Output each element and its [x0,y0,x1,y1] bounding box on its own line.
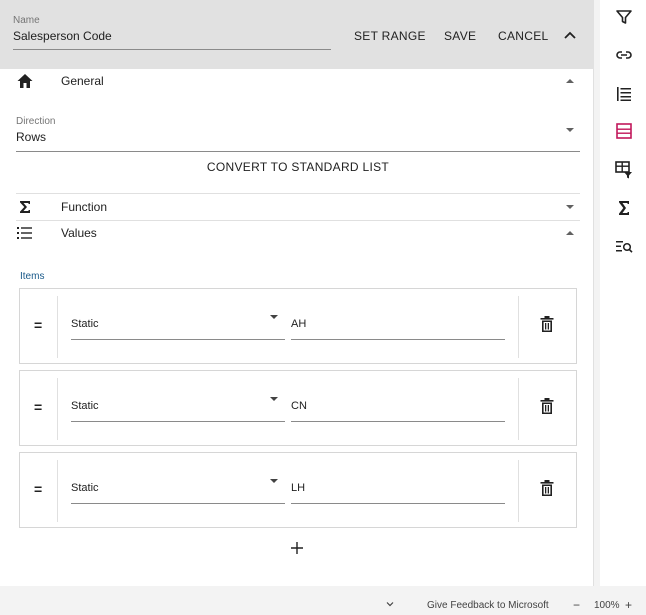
operator-selector[interactable]: = [34,399,42,415]
separator [518,460,519,522]
set-range-button[interactable]: SET RANGE [354,29,426,43]
save-button[interactable]: SAVE [444,29,476,43]
value-input-underline [291,339,505,340]
caret-down-icon[interactable] [564,125,576,135]
type-select-underline [71,503,285,504]
operator-selector[interactable]: = [34,317,42,333]
zoom-level: 100% [594,600,620,611]
separator [518,378,519,440]
delete-icon[interactable] [540,316,554,333]
type-select[interactable]: Static [71,400,99,412]
add-item-button[interactable] [289,540,305,556]
chevron-down-icon[interactable] [386,601,394,607]
list-indent-icon[interactable] [614,84,634,104]
caret-down-icon[interactable] [270,397,278,401]
direction-label: Direction [16,116,56,127]
table-rows-icon[interactable] [614,121,634,141]
type-select[interactable]: Static [71,482,99,494]
type-select[interactable]: Static [71,318,99,330]
zoom-in-button[interactable]: + [625,598,632,612]
separator [57,378,58,440]
caret-up-icon[interactable] [564,76,576,86]
cancel-button[interactable]: CANCEL [498,29,548,43]
caret-down-icon[interactable] [270,479,278,483]
value-input[interactable]: CN [291,400,307,412]
header-bar: Name Salesperson Code SET RANGE SAVE CAN… [0,0,594,69]
name-label: Name [13,15,40,26]
filter-icon[interactable] [614,7,634,27]
section-general-title: General [61,74,104,88]
delete-icon[interactable] [540,398,554,415]
direction-select[interactable]: Rows [16,130,46,144]
items-label: Items [20,271,45,282]
direction-underline [16,151,580,152]
zoom-out-button[interactable]: − [573,598,580,612]
sigma-icon [20,201,30,213]
numbered-list-icon [17,227,32,239]
delete-icon[interactable] [540,480,554,497]
value-input[interactable]: AH [291,318,306,330]
convert-to-standard-list-button[interactable]: CONVERT TO STANDARD LIST [16,160,580,174]
section-general[interactable]: General [16,68,580,94]
editor-panel: Name Salesperson Code SET RANGE SAVE CAN… [0,0,594,586]
home-icon [17,74,33,88]
value-input-underline [291,421,505,422]
link-icon[interactable] [614,45,634,65]
chevron-up-icon[interactable] [560,25,580,45]
section-values[interactable]: Values [16,220,580,246]
value-input[interactable]: LH [291,482,305,494]
separator [518,296,519,358]
status-bar: Give Feedback to Microsoft − 100% + [0,598,646,615]
section-function[interactable]: Function [16,194,580,220]
section-function-title: Function [61,200,108,214]
section-values-title: Values [61,226,97,240]
list-search-icon[interactable] [614,237,634,257]
name-field[interactable]: Salesperson Code [13,29,112,43]
item-row: = Static AH [19,288,577,364]
caret-down-icon[interactable] [270,315,278,319]
value-input-underline [291,503,505,504]
caret-up-icon[interactable] [564,228,576,238]
type-select-underline [71,339,285,340]
name-field-underline [13,49,331,50]
separator [57,296,58,358]
item-row: = Static LH [19,452,577,528]
table-filter-icon[interactable] [614,160,634,180]
sigma-icon[interactable] [614,198,634,218]
type-select-underline [71,421,285,422]
separator [57,460,58,522]
item-row: = Static CN [19,370,577,446]
operator-selector[interactable]: = [34,481,42,497]
give-feedback-link[interactable]: Give Feedback to Microsoft [427,600,549,611]
caret-down-icon[interactable] [564,202,576,212]
